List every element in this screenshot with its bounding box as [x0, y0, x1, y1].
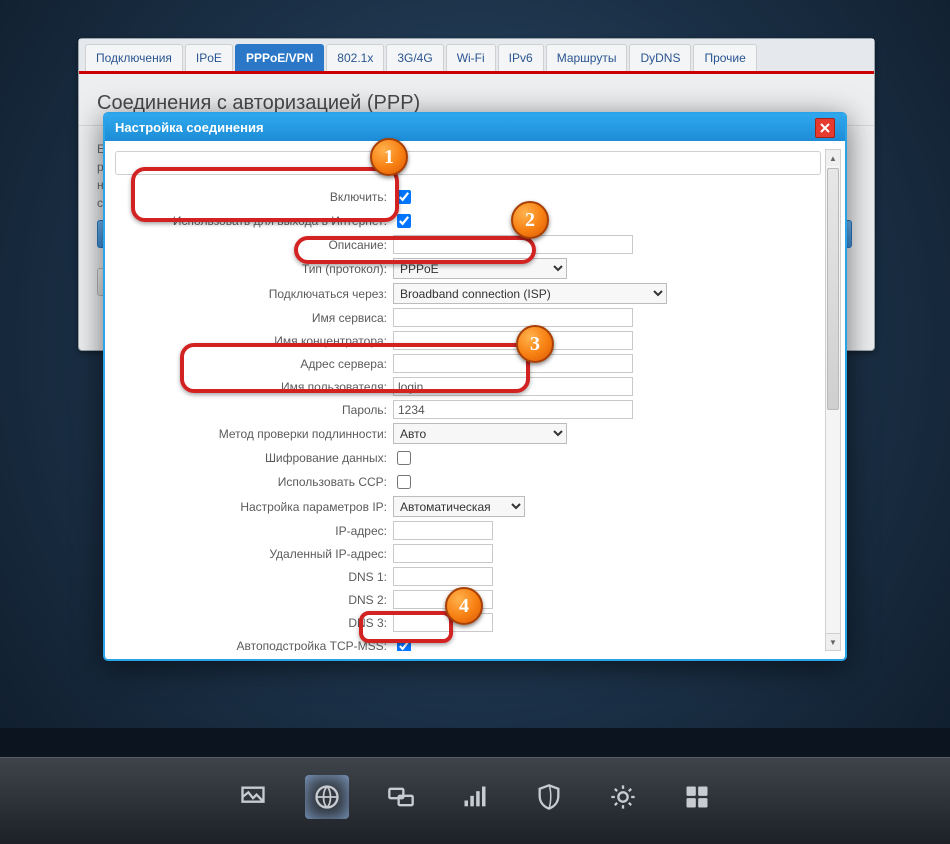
- label-server: Адрес сервера:: [113, 357, 393, 371]
- password-input[interactable]: [393, 400, 633, 419]
- dialog-title: Настройка соединения: [115, 120, 264, 135]
- use-internet-checkbox[interactable]: [397, 214, 411, 228]
- tab-pppoe/vpn[interactable]: PPPoE/VPN: [235, 44, 324, 71]
- description-input[interactable]: [393, 235, 633, 254]
- scroll-thumb[interactable]: [827, 168, 839, 410]
- tab-прочие[interactable]: Прочие: [693, 44, 756, 71]
- tab-маршруты[interactable]: Маршруты: [546, 44, 628, 71]
- ip-mode-select[interactable]: Автоматическая: [393, 496, 525, 517]
- server-input[interactable]: [393, 354, 633, 373]
- gap-cover: [0, 728, 950, 758]
- label-ip-mode: Настройка параметров IP:: [113, 500, 393, 514]
- label-ccp: Использовать CCP:: [113, 475, 393, 489]
- tab-подключения[interactable]: Подключения: [85, 44, 183, 71]
- service-input[interactable]: [393, 308, 633, 327]
- label-connect-via: Подключаться через:: [113, 287, 393, 301]
- сигнал-icon[interactable]: [453, 775, 497, 819]
- username-input[interactable]: [393, 377, 633, 396]
- dialog-body: Включить: Использовать для выхода в Инте…: [113, 149, 823, 651]
- connection-dialog: Настройка соединения Включить: Использов…: [103, 112, 847, 661]
- label-service: Имя сервиса:: [113, 311, 393, 325]
- description-header-box: [115, 151, 821, 175]
- protocol-select[interactable]: PPPoE: [393, 258, 567, 279]
- label-auth: Метод проверки подлинности:: [113, 427, 393, 441]
- ip-input[interactable]: [393, 521, 493, 540]
- scroll-down-icon[interactable]: ▼: [825, 633, 841, 651]
- scroll-track[interactable]: [825, 166, 841, 634]
- encrypt-checkbox[interactable]: [397, 451, 411, 465]
- enable-checkbox[interactable]: [397, 190, 411, 204]
- connection-form: Включить: Использовать для выхода в Инте…: [113, 187, 823, 651]
- tab-wi-fi[interactable]: Wi-Fi: [446, 44, 496, 71]
- label-tcpmss: Автоподстройка TCP-MSS:: [113, 639, 393, 651]
- scroll-up-icon[interactable]: ▲: [825, 149, 841, 167]
- сеть-icon[interactable]: [379, 775, 423, 819]
- label-enable: Включить:: [113, 190, 393, 204]
- tab-ipv6[interactable]: IPv6: [498, 44, 544, 71]
- label-dns3: DNS 3:: [113, 616, 393, 630]
- tab-ipoe[interactable]: IPoE: [185, 44, 233, 71]
- label-description: Описание:: [113, 238, 393, 252]
- label-remote-ip: Удаленный IP-адрес:: [113, 547, 393, 561]
- tab-dydns[interactable]: DyDNS: [629, 44, 691, 71]
- dns3-input[interactable]: [393, 613, 493, 632]
- label-protocol: Тип (протокол):: [113, 262, 393, 276]
- tab-bar: ПодключенияIPoEPPPoE/VPN802.1x3G/4GWi-Fi…: [79, 39, 874, 74]
- label-user: Имя пользователя:: [113, 380, 393, 394]
- label-ip: IP-адрес:: [113, 524, 393, 538]
- close-icon[interactable]: [815, 118, 835, 138]
- label-dns1: DNS 1:: [113, 570, 393, 584]
- label-encrypt: Шифрование данных:: [113, 451, 393, 465]
- tab-3g/4g[interactable]: 3G/4G: [386, 44, 443, 71]
- dialog-scrollbar[interactable]: ▲ ▼: [825, 149, 841, 651]
- настройки-icon[interactable]: [601, 775, 645, 819]
- label-concentrator: Имя концентратора:: [113, 334, 393, 348]
- label-password: Пароль:: [113, 403, 393, 417]
- bottom-dock: [0, 757, 950, 844]
- connect-via-select[interactable]: Broadband connection (ISP): [393, 283, 667, 304]
- монитор-icon[interactable]: [231, 775, 275, 819]
- tab-802.1x[interactable]: 802.1x: [326, 44, 384, 71]
- remote-ip-input[interactable]: [393, 544, 493, 563]
- глобус-icon[interactable]: [305, 775, 349, 819]
- label-dns2: DNS 2:: [113, 593, 393, 607]
- concentrator-input[interactable]: [393, 331, 633, 350]
- приложения-icon[interactable]: [675, 775, 719, 819]
- dialog-titlebar: Настройка соединения: [105, 114, 845, 141]
- dns2-input[interactable]: [393, 590, 493, 609]
- dns1-input[interactable]: [393, 567, 493, 586]
- auth-select[interactable]: Авто: [393, 423, 567, 444]
- брандмауэр-icon[interactable]: [527, 775, 571, 819]
- tcpmss-checkbox[interactable]: [397, 639, 411, 651]
- ccp-checkbox[interactable]: [397, 475, 411, 489]
- label-use-internet: Использовать для выхода в Интернет:: [113, 214, 393, 228]
